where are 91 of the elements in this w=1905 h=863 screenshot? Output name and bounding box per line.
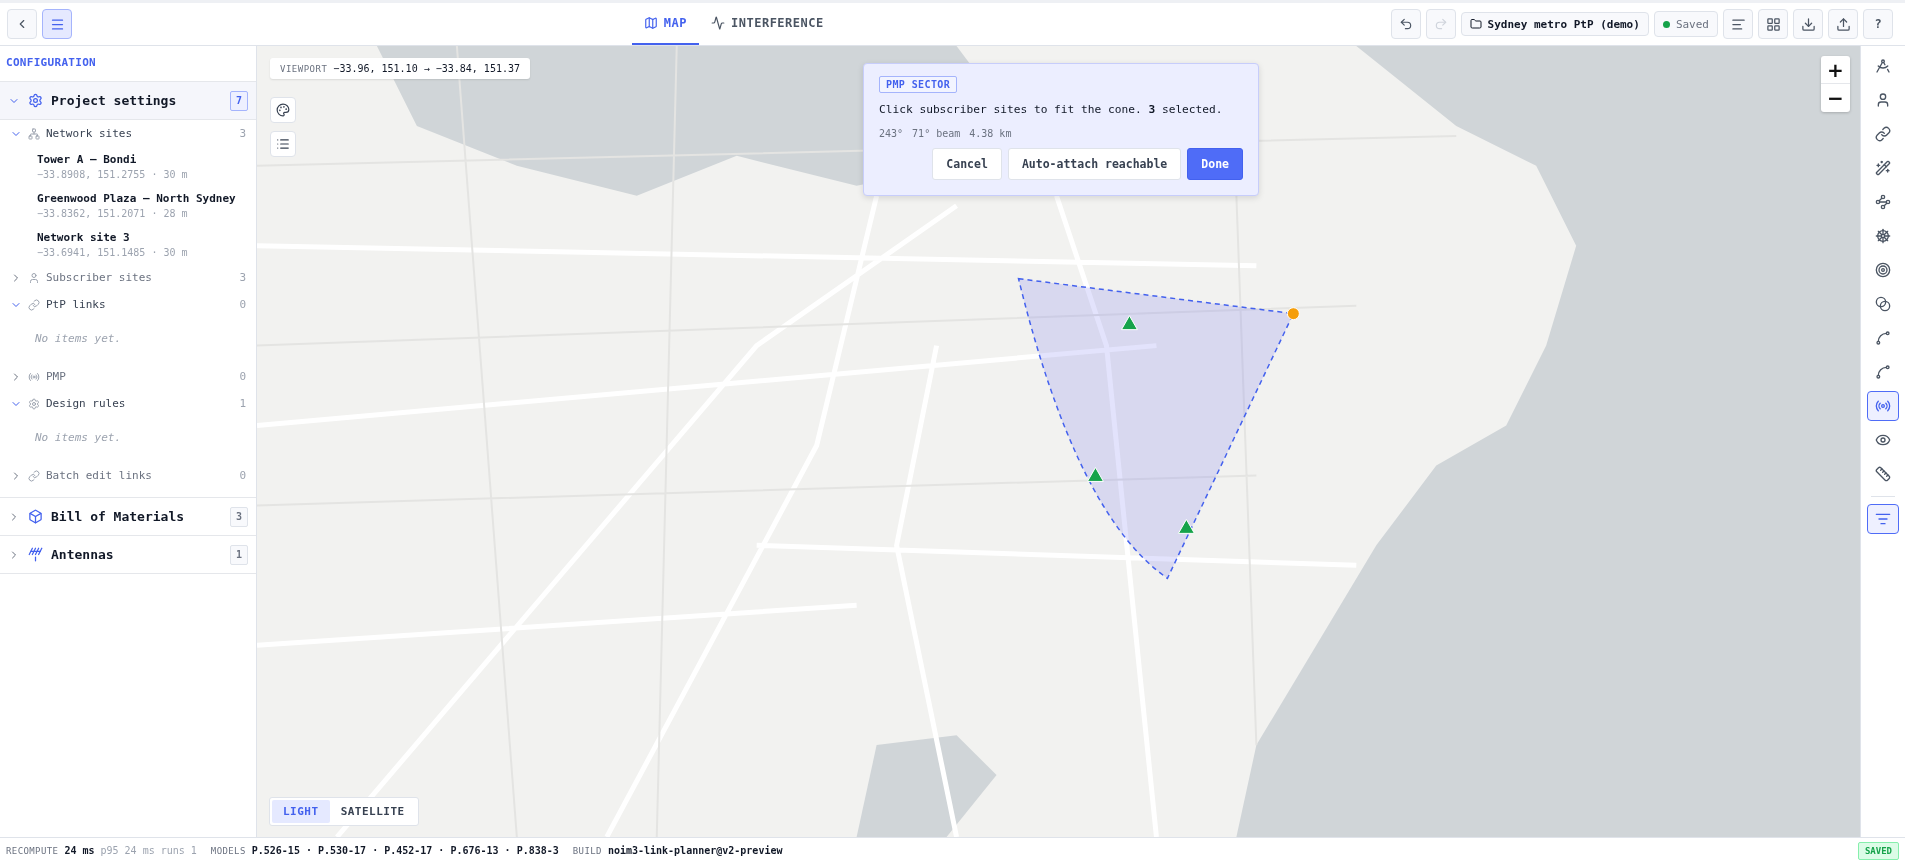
upload-icon — [1835, 16, 1851, 32]
undo-button[interactable] — [1390, 9, 1421, 39]
site-coordinates: −33.8908, 151.2755 · 30 m — [37, 169, 189, 180]
grid-icon — [1765, 16, 1781, 32]
wheel-icon — [1875, 228, 1891, 244]
count-badge: 7 — [230, 90, 248, 111]
sector-stat: 4.38 km — [969, 127, 1012, 139]
view-tab[interactable]: INTERFERENCE — [699, 3, 836, 45]
sector-stat: 71° beam — [912, 127, 961, 139]
empty-message: No items yet. — [34, 430, 123, 446]
upload-button[interactable] — [1828, 9, 1858, 39]
filter-button[interactable] — [1867, 504, 1899, 534]
zoom-in-button[interactable]: + — [1821, 56, 1850, 84]
saved-badge: SAVED — [1857, 841, 1899, 860]
settings-icon — [28, 397, 40, 410]
basemap-option[interactable]: LIGHT — [272, 800, 330, 823]
viewport-coordinates: −33.96, 151.10 → −33.84, 151.37 — [333, 63, 520, 74]
action-button[interactable]: Cancel — [932, 147, 1002, 180]
project-button[interactable]: Sydney metro PtP (demo) — [1460, 12, 1649, 36]
count-badge: 3 — [230, 506, 248, 527]
ruler-icon — [1875, 466, 1891, 482]
mode-tag: PMP SECTOR — [879, 76, 958, 93]
done-button[interactable]: Done — [1187, 147, 1243, 180]
sector-stat: 243° — [879, 127, 904, 139]
folder-icon — [1469, 18, 1482, 30]
viewport-label: VIEWPORT — [280, 63, 328, 74]
nodes-icon — [1875, 194, 1891, 210]
site-coordinates: −33.8362, 151.2071 · 28 m — [37, 208, 189, 219]
link-icon — [28, 469, 40, 482]
count-badge: 1 — [230, 544, 248, 565]
subscriber-marker[interactable] — [1087, 466, 1104, 482]
redo-icon — [1433, 17, 1448, 31]
palette-icon — [276, 103, 290, 117]
status-value: P.526-15 · P.530-17 · P.452-17 · P.676-13 · P.838-3 — [251, 845, 559, 856]
status-label: MODELS — [210, 845, 246, 856]
settings-icon — [28, 93, 43, 108]
link-icon — [28, 298, 40, 311]
wand-icon — [1875, 160, 1891, 176]
status-value: 24 ms — [64, 845, 95, 856]
site-name: Tower A — Bondi — [37, 153, 138, 166]
menu-icon — [49, 16, 65, 32]
compass-icon — [1875, 58, 1891, 74]
user-icon — [1875, 92, 1891, 108]
download-button[interactable] — [1793, 9, 1823, 39]
broadcast-icon — [28, 370, 40, 383]
align-left-icon — [1730, 16, 1746, 32]
status-label: BUILD — [572, 845, 602, 856]
tree-item[interactable]: Network sites 3 — [0, 120, 256, 147]
empty-message: No items yet. — [34, 331, 123, 347]
tree-item[interactable]: Subscriber sites 3 — [0, 264, 256, 291]
subscriber-marker[interactable] — [1120, 315, 1138, 331]
subscriber-marker[interactable] — [1177, 518, 1195, 534]
network-site-marker[interactable] — [1286, 307, 1300, 321]
undo-icon — [1398, 17, 1413, 31]
grid-button[interactable] — [1758, 9, 1788, 39]
palette-button[interactable] — [270, 97, 296, 123]
status-label: RECOMPUTE — [6, 845, 59, 856]
map-icon — [643, 16, 658, 30]
site-name: Network site 3 — [37, 231, 131, 244]
tree-item[interactable]: Design rules 1 — [0, 390, 256, 417]
eye-icon — [1875, 432, 1891, 448]
zoom-out-button[interactable]: − — [1821, 84, 1850, 112]
menu-button[interactable] — [42, 9, 72, 39]
download-icon — [1800, 16, 1816, 32]
tree-item[interactable]: Batch edit links 0 — [0, 462, 256, 489]
status-value: noim3-link-planner@v2-preview — [607, 845, 783, 856]
tree-item[interactable]: PtP links 0 — [0, 291, 256, 318]
filter-icon — [1875, 511, 1891, 527]
link-icon — [1875, 126, 1891, 142]
instruction-text: Click subscriber sites to fit the cone. 3 selected. — [879, 102, 1224, 118]
align-left-button[interactable] — [1723, 9, 1753, 39]
curve-icon — [1875, 330, 1891, 346]
cube-icon — [28, 509, 43, 524]
tree-item[interactable]: PMP 0 — [0, 363, 256, 390]
action-button[interactable]: Auto-attach reachable — [1007, 147, 1182, 180]
section-header[interactable]: Project settings 7 — [0, 82, 256, 120]
network-icon — [28, 127, 40, 140]
list-button[interactable] — [270, 131, 296, 157]
status-detail: p95 24 ms runs 1 — [100, 845, 197, 856]
broadcast-icon — [1875, 398, 1891, 414]
site-name: Greenwood Plaza — North Sydney — [37, 192, 237, 205]
save-status: Saved — [1653, 11, 1718, 37]
list-icon — [276, 137, 290, 151]
curve-icon — [1875, 364, 1891, 380]
help-button[interactable]: ? — [1863, 9, 1893, 39]
site-coordinates: −33.6941, 151.1485 · 30 m — [37, 247, 189, 258]
pulse-icon — [711, 16, 725, 30]
circles-icon — [1875, 296, 1891, 312]
target-icon — [1875, 262, 1891, 278]
user-icon — [28, 271, 40, 284]
tool-button[interactable] — [1867, 391, 1899, 421]
